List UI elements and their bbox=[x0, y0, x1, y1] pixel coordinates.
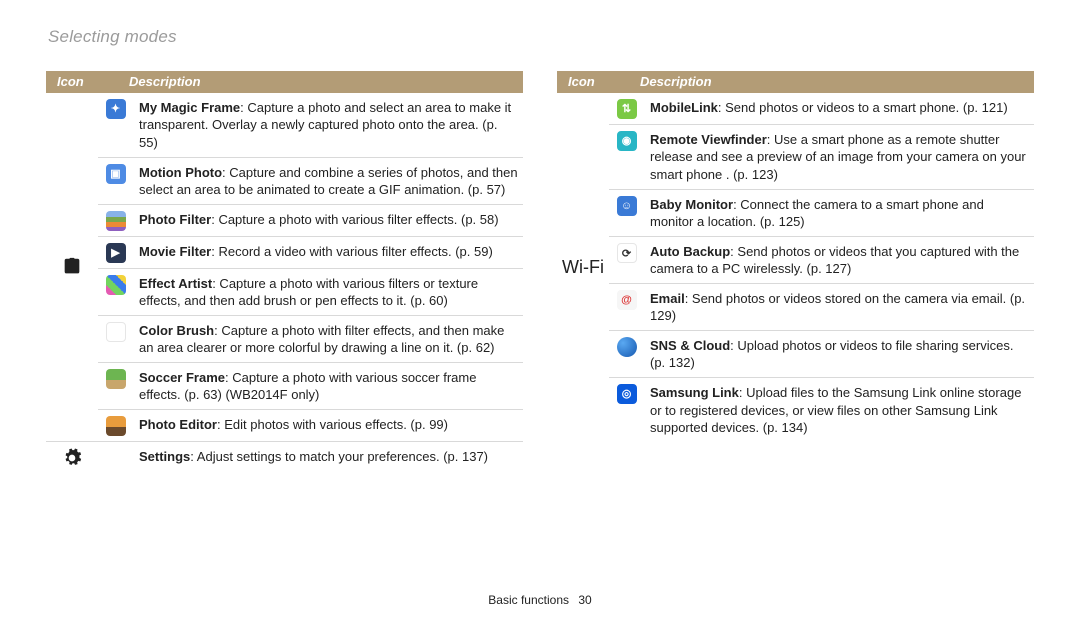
item-icon bbox=[98, 205, 133, 237]
table-row: Color Brush: Capture a photo with filter… bbox=[133, 316, 523, 363]
item-icon bbox=[98, 363, 133, 410]
table-row: Photo Filter: Capture a photo with vario… bbox=[133, 205, 523, 237]
wifi-label: Wi-Fi bbox=[562, 255, 604, 279]
left-column: Icon Description ✦ My Magic Frame: Captu… bbox=[46, 71, 523, 471]
table-row: Settings: Adjust settings to match your … bbox=[133, 442, 523, 471]
table-row: Motion Photo: Capture and combine a seri… bbox=[133, 158, 523, 205]
table-row: Effect Artist: Capture a photo with vari… bbox=[133, 269, 523, 316]
samsung-link-icon: ◎ bbox=[617, 384, 637, 404]
magic-frame-icon: ✦ bbox=[106, 99, 126, 119]
right-column: Icon Description Wi-Fi ⇅ MobileLink: Sen… bbox=[557, 71, 1034, 471]
page-title: Selecting modes bbox=[48, 26, 1034, 49]
item-icon: ⇅ bbox=[609, 93, 644, 125]
item-icon: ▶ bbox=[98, 237, 133, 269]
remote-viewfinder-icon: ◉ bbox=[617, 131, 637, 151]
table-row: Baby Monitor: Connect the camera to a sm… bbox=[644, 190, 1034, 237]
effect-artist-icon bbox=[106, 275, 126, 295]
item-icon: ✦ bbox=[98, 93, 133, 158]
item-icon: ▣ bbox=[98, 158, 133, 205]
table-row: Photo Editor: Edit photos with various e… bbox=[133, 410, 523, 441]
group-icon-wifi: Wi-Fi bbox=[557, 93, 609, 442]
item-icon bbox=[98, 269, 133, 316]
table-header: Icon Description bbox=[46, 71, 523, 93]
table-row: MobileLink: Send photos or videos to a s… bbox=[644, 93, 1034, 125]
item-icon bbox=[98, 410, 133, 441]
table-row: Movie Filter: Record a video with variou… bbox=[133, 237, 523, 269]
baby-monitor-icon: ☺ bbox=[617, 196, 637, 216]
item-icon: ⟳ bbox=[609, 237, 644, 284]
header-description: Description bbox=[636, 73, 1033, 91]
gear-icon bbox=[62, 448, 82, 468]
group-icon-magic bbox=[46, 93, 98, 441]
table-row: Auto Backup: Send photos or videos that … bbox=[644, 237, 1034, 284]
color-brush-icon bbox=[106, 322, 126, 342]
table-row: SNS & Cloud: Upload photos or videos to … bbox=[644, 331, 1034, 378]
item-icon: ◎ bbox=[609, 378, 644, 442]
item-icon bbox=[98, 316, 133, 363]
group-icon-settings bbox=[46, 442, 98, 471]
table-header: Icon Description bbox=[557, 71, 1034, 93]
item-icon bbox=[609, 331, 644, 378]
motion-photo-icon: ▣ bbox=[106, 164, 126, 184]
sns-cloud-icon bbox=[617, 337, 637, 357]
soccer-frame-icon bbox=[106, 369, 126, 389]
header-description: Description bbox=[125, 73, 522, 91]
mobilelink-icon: ⇅ bbox=[617, 99, 637, 119]
table-row: Remote Viewfinder: Use a smart phone as … bbox=[644, 125, 1034, 190]
table-row: Soccer Frame: Capture a photo with vario… bbox=[133, 363, 523, 410]
header-icon: Icon bbox=[558, 73, 636, 91]
page-footer: Basic functions 30 bbox=[0, 592, 1080, 608]
movie-filter-icon: ▶ bbox=[106, 243, 126, 263]
item-icon: ◉ bbox=[609, 125, 644, 190]
footer-section: Basic functions bbox=[488, 593, 569, 607]
footer-page-number: 30 bbox=[578, 593, 591, 607]
item-icon: ☺ bbox=[609, 190, 644, 237]
photo-filter-icon bbox=[106, 211, 126, 231]
header-icon: Icon bbox=[47, 73, 125, 91]
email-icon: @ bbox=[617, 290, 637, 310]
camera-star-icon bbox=[61, 256, 83, 278]
table-row: My Magic Frame: Capture a photo and sele… bbox=[133, 93, 523, 158]
item-icon: @ bbox=[609, 284, 644, 331]
photo-editor-icon bbox=[106, 416, 126, 436]
empty-icon bbox=[98, 442, 133, 471]
table-row: Email: Send photos or videos stored on t… bbox=[644, 284, 1034, 331]
auto-backup-icon: ⟳ bbox=[617, 243, 637, 263]
table-row: Samsung Link: Upload files to the Samsun… bbox=[644, 378, 1034, 442]
